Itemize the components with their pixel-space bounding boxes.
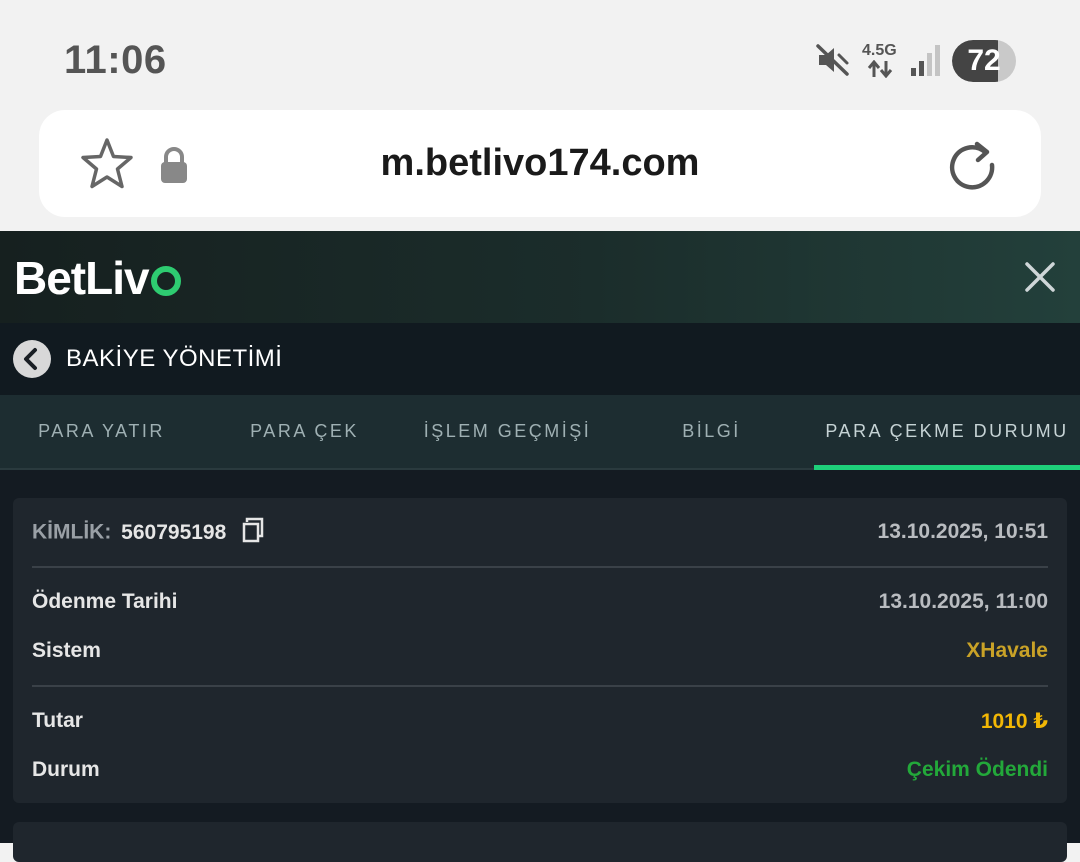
url-text[interactable]: m.betlivo174.com xyxy=(39,110,1041,217)
id-value: 560795198 xyxy=(121,520,227,544)
tab-bilgi[interactable]: BİLGİ xyxy=(609,395,814,468)
tab-bar: PARA YATIR PARA ÇEK İŞLEM GEÇMİŞİ BİLGİ … xyxy=(0,395,1080,470)
tab-para-cekme-durumu[interactable]: PARA ÇEKME DURUMU xyxy=(814,395,1080,468)
signal-icon xyxy=(911,45,940,76)
next-withdrawal-card xyxy=(13,822,1067,862)
withdrawal-card: KİMLİK: 560795198 13.10.2025, 10:51 Öden… xyxy=(13,498,1067,803)
status-label: Durum xyxy=(32,758,100,781)
browser-address-bar[interactable]: m.betlivo174.com xyxy=(39,110,1041,217)
app-header: BetLiv xyxy=(0,231,1080,323)
logo-text: BetLiv xyxy=(14,252,150,304)
logo-o-ring-icon xyxy=(150,266,181,296)
battery-percent: 72 xyxy=(967,44,1001,77)
battery-icon: 72 xyxy=(952,40,1016,82)
betlivo-logo: BetLiv xyxy=(14,251,181,305)
copy-icon[interactable] xyxy=(242,517,264,543)
created-at: 13.10.2025, 10:51 xyxy=(877,520,1048,543)
page-title: BAKİYE YÖNETİMİ xyxy=(66,345,283,372)
close-icon[interactable] xyxy=(1024,261,1056,293)
chevron-left-icon xyxy=(24,348,37,370)
amount-value: 1010 ₺ xyxy=(980,710,1048,733)
status-time: 11:06 xyxy=(64,38,167,82)
amount-row: Tutar 1010 ₺ xyxy=(32,709,1048,739)
id-label: KİMLİK: xyxy=(32,520,112,544)
payment-date-row: Ödenme Tarihi 13.10.2025, 11:00 xyxy=(32,590,1048,620)
back-button[interactable] xyxy=(13,340,51,378)
amount-label: Tutar xyxy=(32,709,83,732)
payment-date-value: 13.10.2025, 11:00 xyxy=(878,590,1048,613)
system-label: Sistem xyxy=(32,639,101,662)
system-value: XHavale xyxy=(966,639,1048,662)
system-row: Sistem XHavale xyxy=(32,639,1048,669)
status-row: Durum Çekim Ödendi xyxy=(32,758,1048,788)
data-arrows-icon: 4.5G xyxy=(862,42,902,82)
reload-icon[interactable] xyxy=(945,138,999,192)
status-bar: 11:06 4.5G 72 xyxy=(0,0,1080,110)
divider xyxy=(32,685,1048,687)
network-type-label: 4.5G xyxy=(862,42,897,59)
payment-date-label: Ödenme Tarihi xyxy=(32,590,178,613)
tab-para-cek[interactable]: PARA ÇEK xyxy=(203,395,406,468)
divider xyxy=(32,566,1048,568)
withdrawal-id-row: KİMLİK: 560795198 13.10.2025, 10:51 xyxy=(32,517,1048,550)
tab-para-yatir[interactable]: PARA YATIR xyxy=(0,395,203,468)
mute-icon xyxy=(816,44,849,76)
section-title-row: BAKİYE YÖNETİMİ xyxy=(0,323,1080,395)
status-value: Çekim Ödendi xyxy=(906,758,1048,781)
main-content: KİMLİK: 560795198 13.10.2025, 10:51 Öden… xyxy=(0,470,1080,862)
tab-islem-gecmisi[interactable]: İŞLEM GEÇMİŞİ xyxy=(406,395,609,468)
